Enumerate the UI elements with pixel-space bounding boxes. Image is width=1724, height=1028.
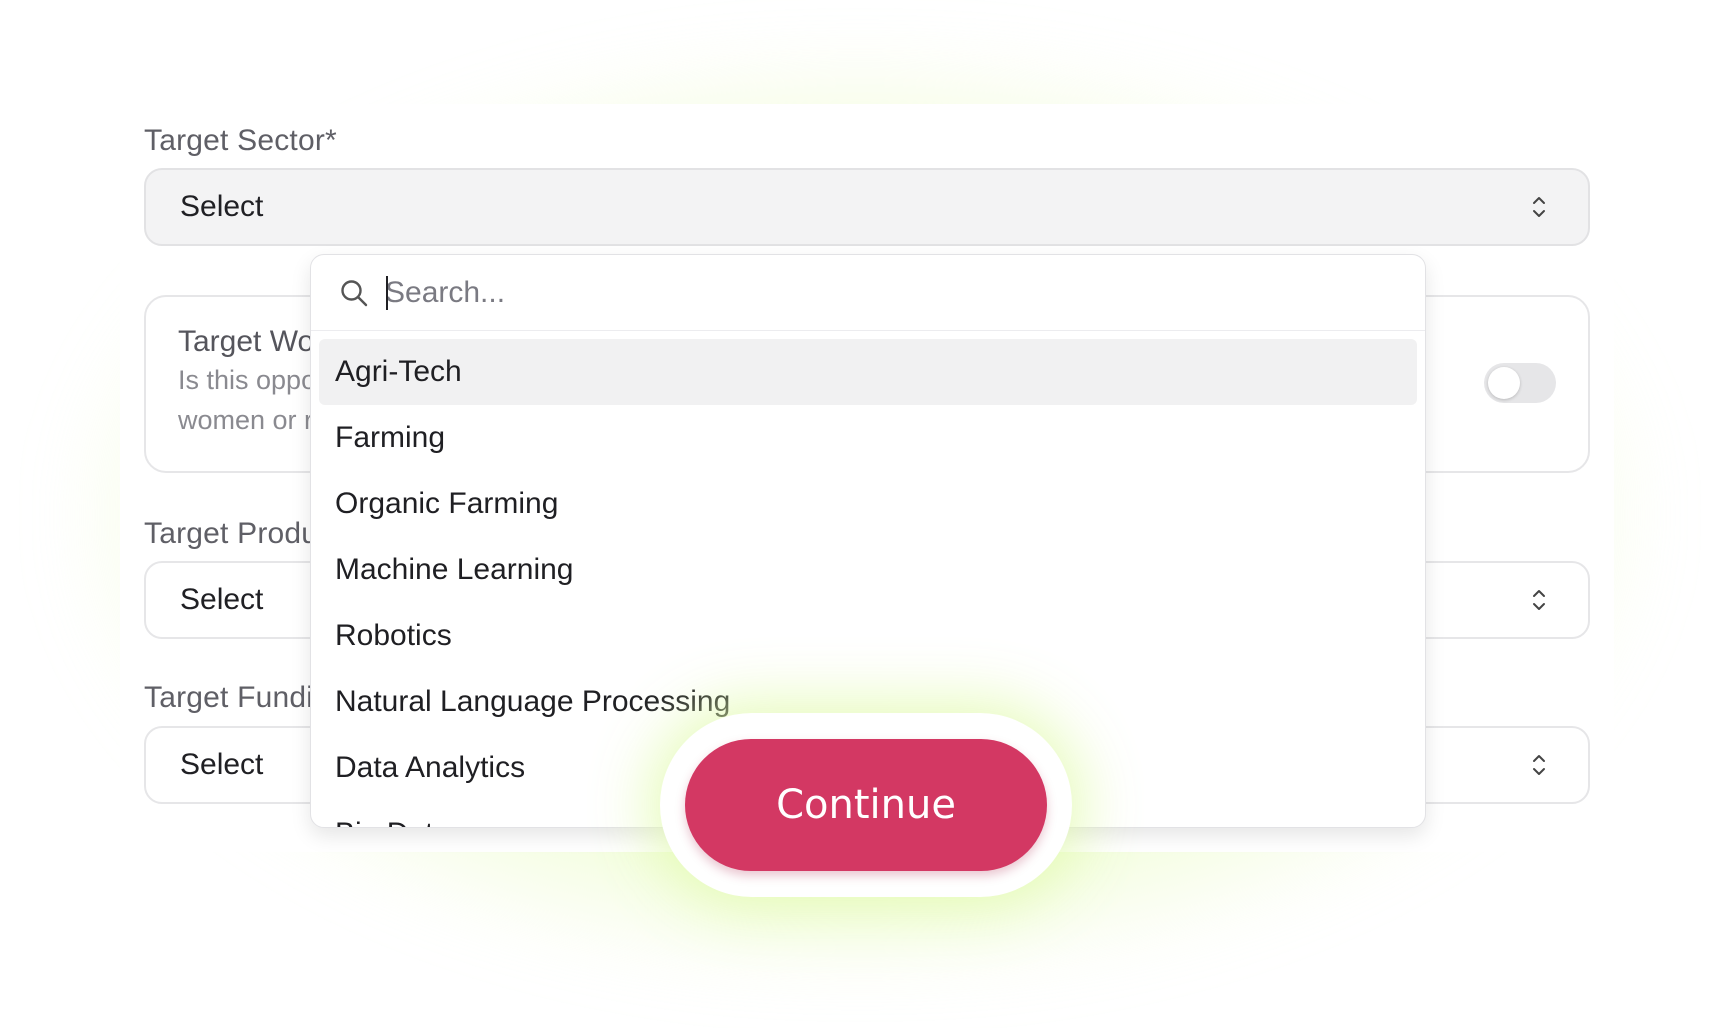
search-icon <box>341 280 368 307</box>
dropdown-option[interactable]: Machine Learning <box>319 537 1417 603</box>
target-sector-value: Select <box>180 190 264 223</box>
target-women-description-2: women or r <box>178 405 314 435</box>
text-caret <box>386 276 388 310</box>
target-women-toggle[interactable] <box>1484 363 1556 403</box>
continue-button[interactable]: Continue <box>685 739 1047 871</box>
dropdown-search-input[interactable] <box>385 273 1365 313</box>
chevron-up-down-icon <box>1533 590 1545 610</box>
dropdown-option[interactable]: Farming <box>319 405 1417 471</box>
target-women-title: Target Wo <box>178 325 315 358</box>
dropdown-search-bar <box>311 255 1425 331</box>
chevron-up-down-icon <box>1533 197 1545 217</box>
dropdown-option[interactable]: Agri-Tech <box>319 339 1417 405</box>
target-women-description-1: Is this oppo <box>178 365 317 395</box>
target-funding-value: Select <box>180 748 264 781</box>
target-product-value: Select <box>180 583 264 616</box>
dropdown-option[interactable]: Organic Farming <box>319 471 1417 537</box>
continue-button-halo: Continue <box>660 713 1072 897</box>
stage: Target Sector* Select Target Wo Is this … <box>0 0 1724 1028</box>
toggle-knob <box>1488 367 1520 399</box>
target-sector-label: Target Sector* <box>144 124 337 157</box>
target-sector-select[interactable]: Select <box>144 168 1590 246</box>
dropdown-option[interactable]: Robotics <box>319 603 1417 669</box>
chevron-up-down-icon <box>1533 755 1545 775</box>
target-product-label: Target Produ <box>144 517 319 550</box>
target-funding-label: Target Fundi <box>144 681 314 714</box>
